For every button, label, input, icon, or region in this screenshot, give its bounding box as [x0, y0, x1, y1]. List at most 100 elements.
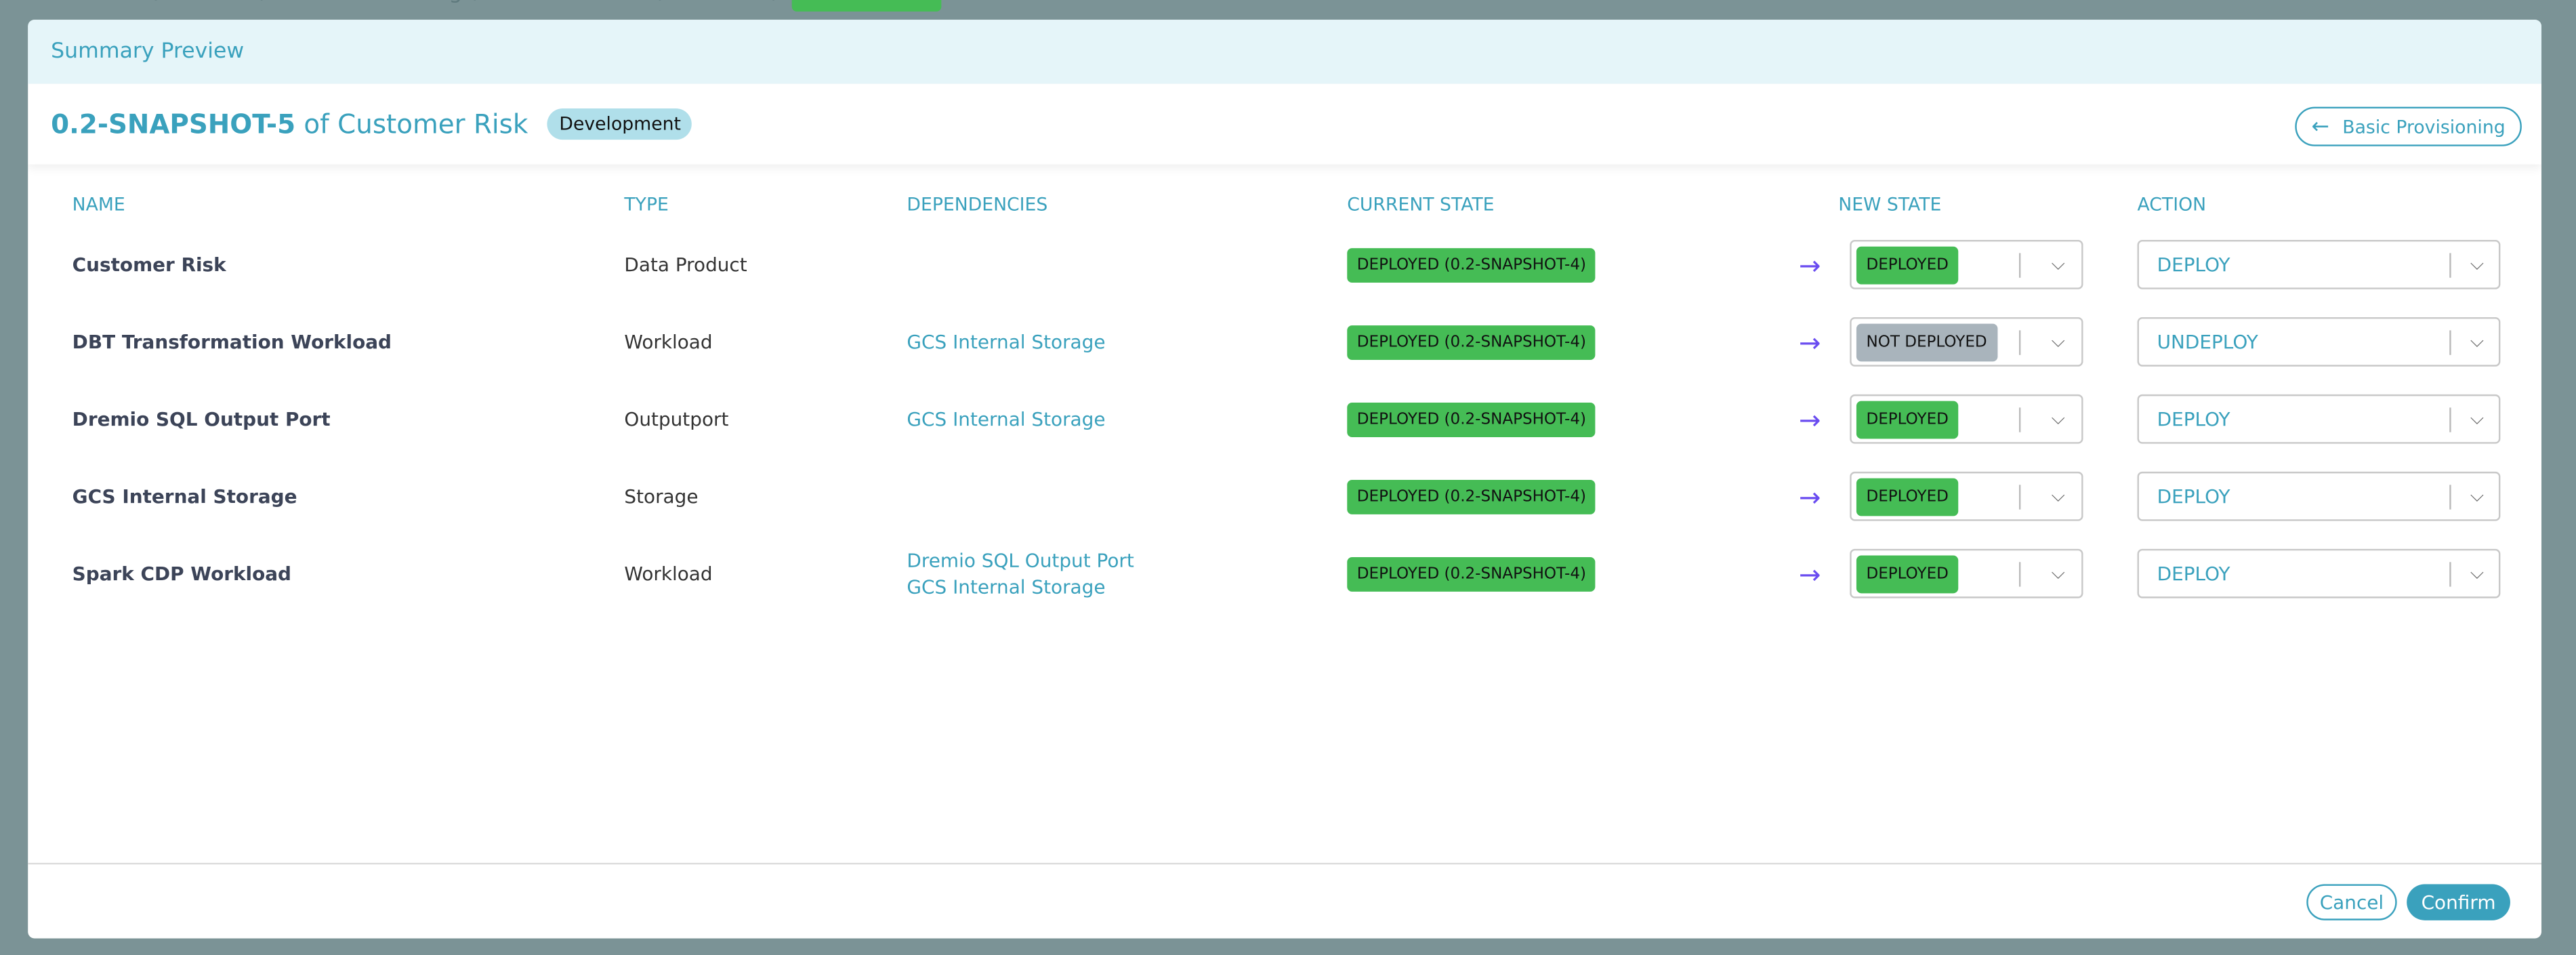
arrow-right-icon: →: [1799, 403, 1821, 435]
component-type: Storage: [624, 485, 699, 508]
chevron-down-icon[interactable]: ⌵: [2470, 407, 2484, 430]
new-state-select[interactable]: DEPLOYED ⌵: [1850, 240, 2083, 289]
chevron-down-icon[interactable]: ⌵: [2052, 485, 2065, 508]
breadcrumb-item[interactable]: Release: [678, 0, 761, 5]
arrow-right-icon: →: [1799, 481, 1821, 512]
action-select[interactable]: DEPLOY ⌵: [2137, 548, 2501, 598]
chevron-down-icon[interactable]: ⌵: [2470, 485, 2484, 508]
breadcrumb-separator: /: [659, 0, 666, 5]
dependency-link[interactable]: Dremio SQL Output Port: [907, 547, 1134, 573]
dialog-header: Summary Preview: [28, 20, 2542, 84]
chevron-down-icon[interactable]: ⌵: [2470, 562, 2484, 585]
page-title: 0.2-SNAPSHOT-5 of Customer Risk: [51, 108, 528, 140]
new-state-select[interactable]: DEPLOYED ⌵: [1850, 548, 2083, 598]
component-name: DBT Transformation Workload: [72, 330, 392, 354]
component-name: Spark CDP Workload: [72, 562, 292, 586]
component-type: Outputport: [624, 407, 729, 431]
component-name: Dremio SQL Output Port: [72, 407, 331, 431]
confirm-button[interactable]: Confirm: [2407, 884, 2510, 920]
breadcrumb-item[interactable]: Witboost: [49, 0, 144, 5]
current-state: DEPLOYED (0.2-SNAPSHOT-4): [1347, 386, 1596, 452]
new-state-chip: DEPLOYED: [1856, 477, 1959, 516]
current-state-badge: DEPLOYED (0.2-SNAPSHOT-4): [1347, 247, 1596, 282]
select-divider: [2018, 407, 2021, 432]
select-divider: [2449, 562, 2451, 587]
action-select[interactable]: DEPLOY ⌵: [2137, 394, 2501, 444]
current-state-badge: DEPLOYED (0.2-SNAPSHOT-4): [1347, 401, 1596, 436]
select-divider: [2449, 485, 2451, 510]
table-row: Dremio SQL Output Port Outputport GCS In…: [28, 386, 2541, 452]
action-value: DEPLOY: [2157, 253, 2230, 277]
arrow-right-icon: →: [1799, 249, 1821, 281]
new-state-select[interactable]: DEPLOYED ⌵: [1850, 394, 2083, 444]
action-value: DEPLOY: [2157, 562, 2230, 586]
cancel-button[interactable]: Cancel: [2306, 884, 2397, 920]
select-divider: [2018, 253, 2021, 278]
chevron-down-icon[interactable]: ⌵: [2052, 330, 2065, 353]
chevron-down-icon[interactable]: ⌵: [2052, 407, 2065, 430]
component-type: Data Product: [624, 253, 747, 277]
arrow-right-icon: →: [1799, 326, 1821, 358]
dialog-footer: Cancel Confirm: [28, 862, 2542, 939]
table-row: DBT Transformation Workload Workload GCS…: [28, 309, 2541, 375]
new-state-chip: DEPLOYED: [1856, 400, 1959, 439]
dependency-link[interactable]: GCS Internal Storage: [907, 406, 1105, 432]
breadcrumb: Witboost / Builder / Software Catalog / Custom…: [49, 0, 941, 12]
breadcrumb-item[interactable]: 0.2-SNAPSHOT-5: [791, 0, 941, 12]
breadcrumb-separator: /: [155, 0, 163, 5]
select-divider: [2449, 407, 2451, 432]
action-value: DEPLOY: [2157, 407, 2230, 431]
chevron-down-icon[interactable]: ⌵: [2470, 330, 2484, 353]
table-row: GCS Internal Storage Storage DEPLOYED (0…: [28, 464, 2541, 529]
select-divider: [2018, 330, 2021, 355]
new-state-chip: DEPLOYED: [1856, 245, 1959, 284]
breadcrumb-item[interactable]: Builder: [173, 0, 249, 5]
select-divider: [2018, 485, 2021, 510]
new-state-select[interactable]: DEPLOYED ⌵: [1850, 471, 2083, 521]
new-state-select[interactable]: NOT DEPLOYED ⌵: [1850, 317, 2083, 367]
breadcrumb-item[interactable]: Customer Risk: [493, 0, 647, 5]
table-row: Spark CDP Workload Workload Dremio SQL O…: [28, 541, 2541, 607]
component-type: Workload: [624, 562, 713, 586]
chevron-down-icon[interactable]: ⌵: [2470, 253, 2484, 276]
release-version: 0.2-SNAPSHOT-5: [51, 108, 296, 140]
breadcrumb-separator: /: [261, 0, 268, 5]
current-state-badge: DEPLOYED (0.2-SNAPSHOT-4): [1347, 556, 1596, 591]
title-suffix: of Customer Risk: [295, 108, 528, 140]
current-state: DEPLOYED (0.2-SNAPSHOT-4): [1347, 309, 1596, 375]
chevron-down-icon[interactable]: ⌵: [2052, 562, 2065, 585]
action-select[interactable]: UNDEPLOY ⌵: [2137, 317, 2501, 367]
breadcrumb-item[interactable]: Software Catalog: [279, 0, 462, 5]
summary-preview-dialog: Summary Preview 0.2-SNAPSHOT-5 of Custom…: [28, 20, 2542, 939]
current-state-badge: DEPLOYED (0.2-SNAPSHOT-4): [1347, 324, 1596, 359]
column-header: TYPE: [624, 194, 669, 216]
environment-badge: Development: [547, 108, 692, 140]
current-state-badge: DEPLOYED (0.2-SNAPSHOT-4): [1347, 479, 1596, 514]
column-header: NEW STATE: [1838, 194, 1942, 216]
new-state-chip: DEPLOYED: [1856, 554, 1959, 593]
dependency-link[interactable]: GCS Internal Storage: [907, 329, 1105, 355]
dependencies: Dremio SQL Output Port GCS Internal Stora…: [907, 541, 1134, 607]
column-header: CURRENT STATE: [1347, 194, 1495, 216]
select-divider: [2449, 253, 2451, 278]
column-header: ACTION: [2137, 194, 2207, 216]
basic-provisioning-button[interactable]: ← Basic Provisioning: [2295, 106, 2522, 146]
breadcrumb-separator: /: [772, 0, 780, 5]
basic-provisioning-label: Basic Provisioning: [2342, 115, 2506, 138]
action-select[interactable]: DEPLOY ⌵: [2137, 240, 2501, 289]
dependency-link[interactable]: GCS Internal Storage: [907, 573, 1105, 600]
column-header: DEPENDENCIES: [907, 194, 1048, 216]
new-state-chip: NOT DEPLOYED: [1856, 323, 1997, 361]
arrow-left-icon: ←: [2311, 114, 2329, 139]
current-state: DEPLOYED (0.2-SNAPSHOT-4): [1347, 541, 1596, 607]
action-value: UNDEPLOY: [2157, 330, 2258, 354]
select-divider: [2018, 562, 2021, 587]
component-name: Customer Risk: [72, 253, 226, 277]
component-name: GCS Internal Storage: [72, 485, 297, 508]
dependencies: GCS Internal Storage: [907, 309, 1105, 375]
current-state: DEPLOYED (0.2-SNAPSHOT-4): [1347, 464, 1596, 529]
chevron-down-icon[interactable]: ⌵: [2052, 253, 2065, 276]
action-value: DEPLOY: [2157, 485, 2230, 508]
dependencies: GCS Internal Storage: [907, 386, 1105, 452]
action-select[interactable]: DEPLOY ⌵: [2137, 471, 2501, 521]
